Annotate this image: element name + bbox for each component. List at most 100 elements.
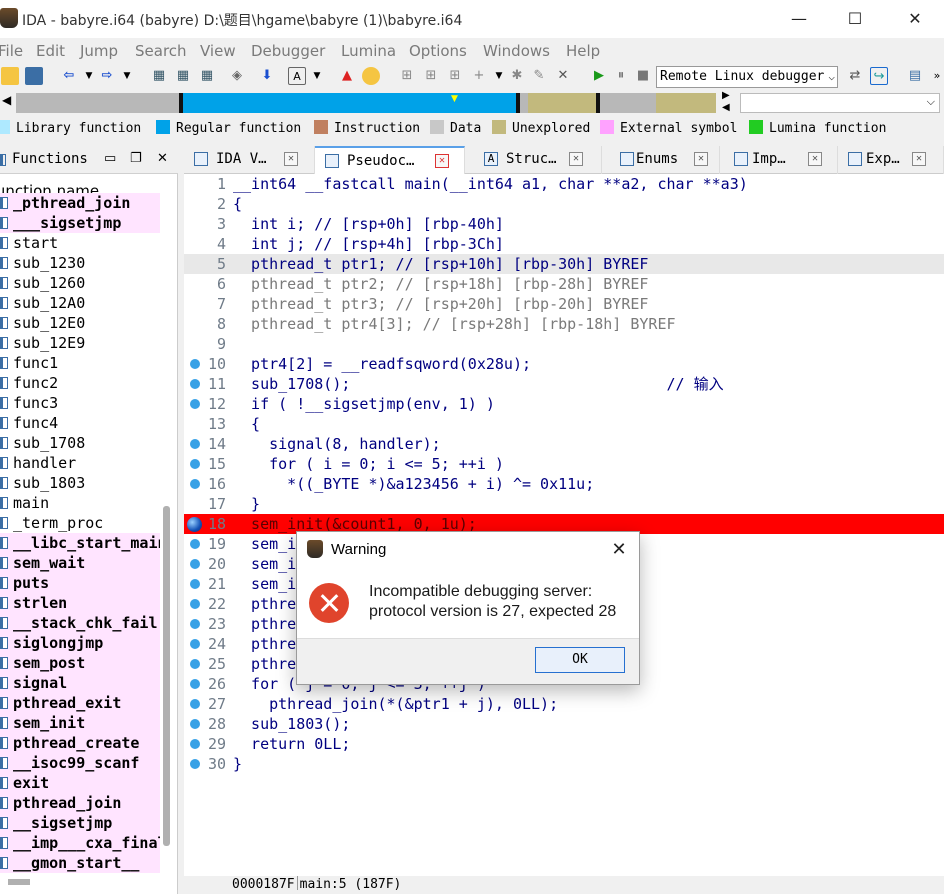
run-icon[interactable]: ▶ — [590, 67, 608, 85]
menu-windows[interactable]: Windows — [483, 42, 550, 60]
function-list-item[interactable]: siglongjmp — [0, 633, 160, 653]
forward-dropdown-icon[interactable]: ▼ — [118, 67, 136, 85]
panel-maximize-icon[interactable]: ▭ — [104, 151, 116, 166]
segment-combo[interactable]: ⌵ — [740, 93, 940, 113]
code-line[interactable]: 9 — [184, 334, 944, 354]
vertical-scrollbar[interactable] — [163, 506, 170, 846]
function-list-item[interactable]: __sigsetjmp — [0, 813, 160, 833]
panel-float-icon[interactable]: ❐ — [130, 151, 142, 166]
code-line[interactable]: 14 signal(8, handler); — [184, 434, 944, 454]
code-line[interactable]: 1 __int64 __fastcall main(__int64 a1, cha… — [184, 174, 944, 194]
function-list-item[interactable]: handler — [0, 453, 160, 473]
function-list-item[interactable]: __libc_start_main — [0, 533, 160, 553]
code-line[interactable]: 3 int i; // [rsp+0h] [rbp-40h] — [184, 214, 944, 234]
code-line[interactable]: 5 pthread_t ptr1; // [rsp+10h] [rbp-30h]… — [184, 254, 944, 274]
menu-edit[interactable]: Edit — [36, 42, 65, 60]
code-line[interactable]: 7 pthread_t ptr3; // [rsp+20h] [rbp-20h]… — [184, 294, 944, 314]
tab-imports[interactable]: Imp… ✕ — [724, 146, 838, 174]
function-list-item[interactable]: _term_proc — [0, 513, 160, 533]
minimize-button[interactable]: — — [776, 6, 822, 32]
func2-icon[interactable]: ⊞ — [422, 67, 440, 85]
binary-icon[interactable]: ◈ — [228, 67, 246, 85]
function-list-item[interactable]: pthread_create — [0, 733, 160, 753]
list3-icon[interactable]: ▦ — [198, 67, 216, 85]
function-list-item[interactable]: sub_1803 — [0, 473, 160, 493]
menu-view[interactable]: View — [200, 42, 236, 60]
code-line[interactable]: 15 for ( i = 0; i <= 5; ++i ) — [184, 454, 944, 474]
function-list-item[interactable]: start — [0, 233, 160, 253]
code-line[interactable]: 27 pthread_join(*(&ptr1 + j), 0LL); — [184, 694, 944, 714]
function-list-item[interactable]: sub_1260 — [0, 273, 160, 293]
text-dropdown-icon[interactable]: ▼ — [308, 67, 326, 85]
tab-close-icon[interactable]: ✕ — [694, 152, 708, 166]
function-list-item[interactable]: __imp___cxa_finalize — [0, 833, 160, 853]
code-line[interactable]: 2{ — [184, 194, 944, 214]
tab-close-icon[interactable]: ✕ — [569, 152, 583, 166]
add-icon[interactable]: + — [470, 67, 488, 85]
attach-icon[interactable]: ⇄ — [846, 67, 864, 85]
code-line[interactable]: 4 int j; // [rsp+4h] [rbp-3Ch] — [184, 234, 944, 254]
forward-icon[interactable]: ⇨ — [98, 67, 116, 85]
toolbar-overflow-icon[interactable]: » — [928, 67, 944, 85]
tab-close-icon[interactable]: ✕ — [284, 152, 298, 166]
func-icon[interactable]: ⊞ — [398, 67, 416, 85]
gear-icon[interactable]: ✱ — [508, 67, 526, 85]
function-list-item[interactable]: ___sigsetjmp — [0, 213, 160, 233]
panel-close-icon[interactable]: ✕ — [157, 151, 168, 166]
lightbulb-icon[interactable] — [362, 67, 380, 85]
menu-help[interactable]: Help — [566, 42, 600, 60]
overview-navigator[interactable]: ▼ — [16, 93, 716, 113]
maximize-button[interactable]: ☐ — [832, 6, 878, 32]
close-window-button[interactable]: ✕ — [892, 6, 938, 32]
back-icon[interactable]: ⇦ — [60, 67, 78, 85]
menu-debugger[interactable]: Debugger — [251, 42, 325, 60]
code-line[interactable]: 11 sub_1708(); // 输入 — [184, 374, 944, 394]
code-line[interactable]: 13 { — [184, 414, 944, 434]
save-icon[interactable] — [25, 67, 43, 85]
function-list-item[interactable]: sub_12A0 — [0, 293, 160, 313]
list2-icon[interactable]: ▦ — [174, 67, 192, 85]
function-list-item[interactable]: pthread_exit — [0, 693, 160, 713]
code-line[interactable]: 16 *((_BYTE *)&a123456 + i) ^= 0x11u; — [184, 474, 944, 494]
code-line[interactable]: 10 ptr4[2] = __readfsqword(0x28u); — [184, 354, 944, 374]
menu-lumina[interactable]: Lumina — [341, 42, 396, 60]
tab-exports[interactable]: Exp… ✕ — [838, 146, 944, 174]
tab-structures[interactable]: A Struc… ✕ — [474, 146, 602, 174]
ok-button[interactable]: OK — [535, 647, 625, 673]
function-list-item[interactable]: sub_1230 — [0, 253, 160, 273]
pseudocode-view[interactable]: 1 __int64 __fastcall main(__int64 a1, cha… — [184, 174, 944, 876]
cross-icon[interactable]: ✕ — [554, 67, 572, 85]
code-line[interactable]: 28 sub_1803(); — [184, 714, 944, 734]
code-line[interactable]: 6 pthread_t ptr2; // [rsp+18h] [rbp-28h]… — [184, 274, 944, 294]
edit-icon[interactable]: ✎ — [530, 67, 548, 85]
back-dropdown-icon[interactable]: ▼ — [80, 67, 98, 85]
tab-pseudocode[interactable]: Pseudoc… ✕ — [315, 146, 465, 174]
stop-icon[interactable]: ■ — [634, 67, 652, 85]
function-list-item[interactable]: sub_12E0 — [0, 313, 160, 333]
pause-icon[interactable]: ⏸ — [612, 67, 630, 85]
tab-close-icon[interactable]: ✕ — [808, 152, 822, 166]
function-list-item[interactable]: func1 — [0, 353, 160, 373]
list-icon[interactable]: ▦ — [150, 67, 168, 85]
function-list-item[interactable]: sub_1708 — [0, 433, 160, 453]
text-icon[interactable]: A — [288, 67, 306, 85]
code-line[interactable]: 12 if ( !__sigsetjmp(env, 1) ) — [184, 394, 944, 414]
function-list-item[interactable]: func3 — [0, 393, 160, 413]
tab-enums[interactable]: Enums ✕ — [610, 146, 720, 174]
open-icon[interactable] — [1, 67, 19, 85]
function-list-item[interactable]: sem_post — [0, 653, 160, 673]
menu-options[interactable]: Options — [409, 42, 467, 60]
function-list-item[interactable]: sem_wait — [0, 553, 160, 573]
down-arrow-icon[interactable]: ⬇ — [258, 67, 276, 85]
function-list-item[interactable]: main — [0, 493, 160, 513]
menu-search[interactable]: Search — [135, 42, 187, 60]
menu-file[interactable]: File — [0, 42, 23, 60]
functions-tab[interactable]: Functions ▭ ❐ ✕ — [0, 146, 178, 174]
horizontal-scrollbar[interactable] — [8, 879, 30, 885]
function-list-item[interactable]: __gmon_start__ — [0, 853, 160, 873]
function-list-item[interactable]: __isoc99_scanf — [0, 753, 160, 773]
code-line[interactable]: 30} — [184, 754, 944, 774]
function-list-item[interactable]: signal — [0, 673, 160, 693]
code-line[interactable]: 29 return 0LL; — [184, 734, 944, 754]
warning-icon[interactable]: ▲ — [338, 67, 356, 85]
